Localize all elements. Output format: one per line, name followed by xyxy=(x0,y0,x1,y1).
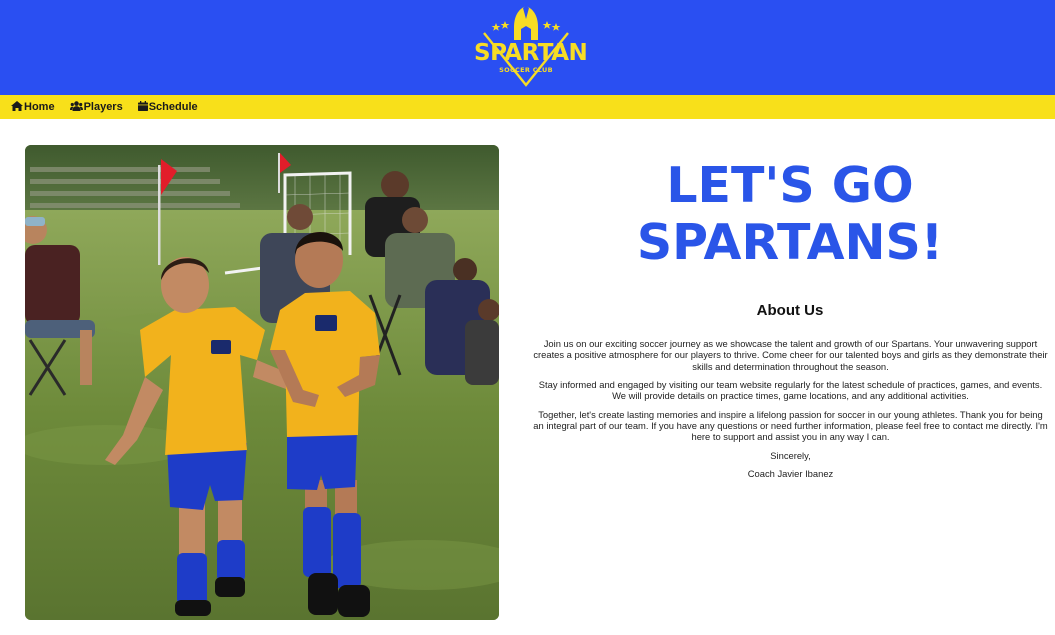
site-header: SPARTAN SOCCER CLUB xyxy=(0,0,1055,95)
nav-item-label: Players xyxy=(83,101,123,113)
nav-item-players[interactable]: Players xyxy=(69,100,123,114)
nav-item-home[interactable]: Home xyxy=(11,100,55,114)
calendar-icon xyxy=(137,100,148,114)
about-signature: Coach Javier Ibanez xyxy=(747,467,834,479)
nav-item-label: Schedule xyxy=(148,101,198,113)
hero-line-2: SPARTANS! xyxy=(636,214,944,271)
nav-item-schedule[interactable]: Schedule xyxy=(137,100,198,114)
users-icon xyxy=(69,100,83,114)
about-body: Join us on our exciting soccer journey a… xyxy=(533,338,1048,486)
about-paragraph: Join us on our exciting soccer journey a… xyxy=(533,338,1048,372)
soccer-players-photo xyxy=(25,145,499,620)
logo-subtitle: SOCCER CLUB xyxy=(499,66,553,74)
team-photo xyxy=(25,145,499,620)
hero-heading: LET'S GO SPARTANS! xyxy=(530,157,1050,271)
logo-wordmark: SPARTAN xyxy=(474,40,588,66)
spartan-logo[interactable]: SPARTAN SOCCER CLUB xyxy=(474,5,588,87)
about-paragraph: Together, let's create lasting memories … xyxy=(533,408,1048,443)
main-nav: Home Players Schedule xyxy=(0,95,1055,119)
hero-line-1: LET'S GO xyxy=(666,157,914,214)
about-signoff: Sincerely, xyxy=(770,449,811,461)
home-icon xyxy=(11,100,23,114)
about-paragraph: Stay informed and engaged by visiting ou… xyxy=(538,379,1043,402)
about-title: About Us xyxy=(756,302,824,319)
nav-item-label: Home xyxy=(24,101,55,113)
